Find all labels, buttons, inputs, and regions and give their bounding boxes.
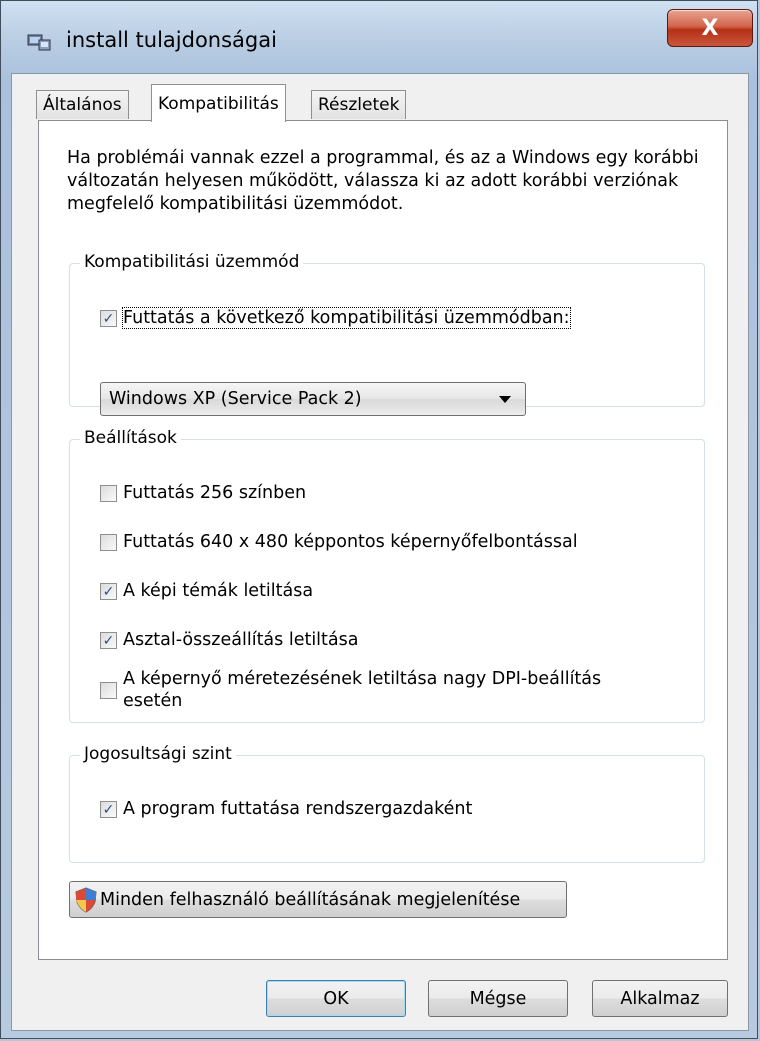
installer-icon xyxy=(27,34,51,51)
cancel-button[interactable]: Mégse xyxy=(428,980,568,1017)
settings-item-visual-themes[interactable]: ✓ A képi témák letiltása xyxy=(100,581,313,601)
label-256-colors: Futtatás 256 színben xyxy=(123,483,307,503)
show-all-users-button[interactable]: Minden felhasználó beállításának megjele… xyxy=(69,881,567,918)
compat-mode-select[interactable]: Windows XP (Service Pack 2) xyxy=(100,382,526,416)
tab-details[interactable]: Részletek xyxy=(311,90,407,119)
checkbox-visual-themes[interactable]: ✓ xyxy=(100,583,117,600)
dropdown-arrow-icon xyxy=(499,396,511,403)
compat-mode-select-value: Windows XP (Service Pack 2) xyxy=(109,389,362,409)
compat-mode-group-label: Kompatibilitási üzemmód xyxy=(80,252,304,272)
close-button[interactable]: X xyxy=(667,9,753,47)
tab-compatibility[interactable]: Kompatibilitás xyxy=(151,84,286,122)
run-as-admin-checkbox[interactable]: ✓ xyxy=(100,801,117,818)
show-all-users-label: Minden felhasználó beállításának megjele… xyxy=(100,889,521,910)
compatibility-panel: Ha problémái vannak ezzel a programmal, … xyxy=(38,120,728,960)
settings-item-dpi-scaling[interactable]: A képernyő méretezésének letiltása nagy … xyxy=(100,668,660,712)
label-desktop-composition: Asztal-összeállítás letiltása xyxy=(123,630,359,650)
window-title: install tulajdonságai xyxy=(66,28,277,52)
tab-general[interactable]: Általános xyxy=(36,90,129,119)
settings-item-640x480[interactable]: Futtatás 640 x 480 képpontos képernyőfel… xyxy=(100,532,578,552)
uac-shield-icon xyxy=(75,886,97,913)
checkbox-dpi-scaling[interactable] xyxy=(100,682,117,699)
checkbox-256-colors[interactable] xyxy=(100,485,117,502)
compat-mode-row[interactable]: ✓ Futtatás a következő kompatibilitási ü… xyxy=(100,307,571,329)
properties-window: install tulajdonságai X Általános Kompat… xyxy=(0,0,758,1039)
apply-button[interactable]: Alkalmaz xyxy=(592,980,728,1017)
privilege-group-label: Jogosultsági szint xyxy=(80,744,236,764)
compat-mode-group: Kompatibilitási üzemmód ✓ Futtatás a köv… xyxy=(69,252,705,416)
label-dpi-scaling: A képernyő méretezésének letiltása nagy … xyxy=(123,669,602,711)
run-as-admin-label: A program futtatása rendszergazdaként xyxy=(123,799,473,819)
privilege-group: Jogosultsági szint ✓ A program futtatása… xyxy=(69,744,705,863)
intro-text: Ha problémái vannak ezzel a programmal, … xyxy=(67,148,699,214)
compat-mode-label: Futtatás a következő kompatibilitási üze… xyxy=(122,307,571,329)
title-bar[interactable]: install tulajdonságai X xyxy=(1,1,757,79)
checkbox-desktop-composition[interactable]: ✓ xyxy=(100,632,117,649)
checkbox-640x480[interactable] xyxy=(100,534,117,551)
run-as-admin-row[interactable]: ✓ A program futtatása rendszergazdaként xyxy=(100,799,472,819)
settings-group: Beállítások Futtatás 256 színben Futtatá… xyxy=(69,428,705,723)
label-640x480: Futtatás 640 x 480 képpontos képernyőfel… xyxy=(123,532,578,552)
label-visual-themes: A képi témák letiltása xyxy=(123,581,314,601)
compat-mode-checkbox[interactable]: ✓ xyxy=(100,310,117,327)
dialog-client: Általános Kompatibilitás Részletek Ha pr… xyxy=(11,73,749,1031)
settings-item-256-colors[interactable]: Futtatás 256 színben xyxy=(100,483,306,503)
settings-item-desktop-composition[interactable]: ✓ Asztal-összeállítás letiltása xyxy=(100,630,358,650)
settings-group-label: Beállítások xyxy=(80,428,181,448)
ok-button[interactable]: OK xyxy=(266,980,406,1017)
